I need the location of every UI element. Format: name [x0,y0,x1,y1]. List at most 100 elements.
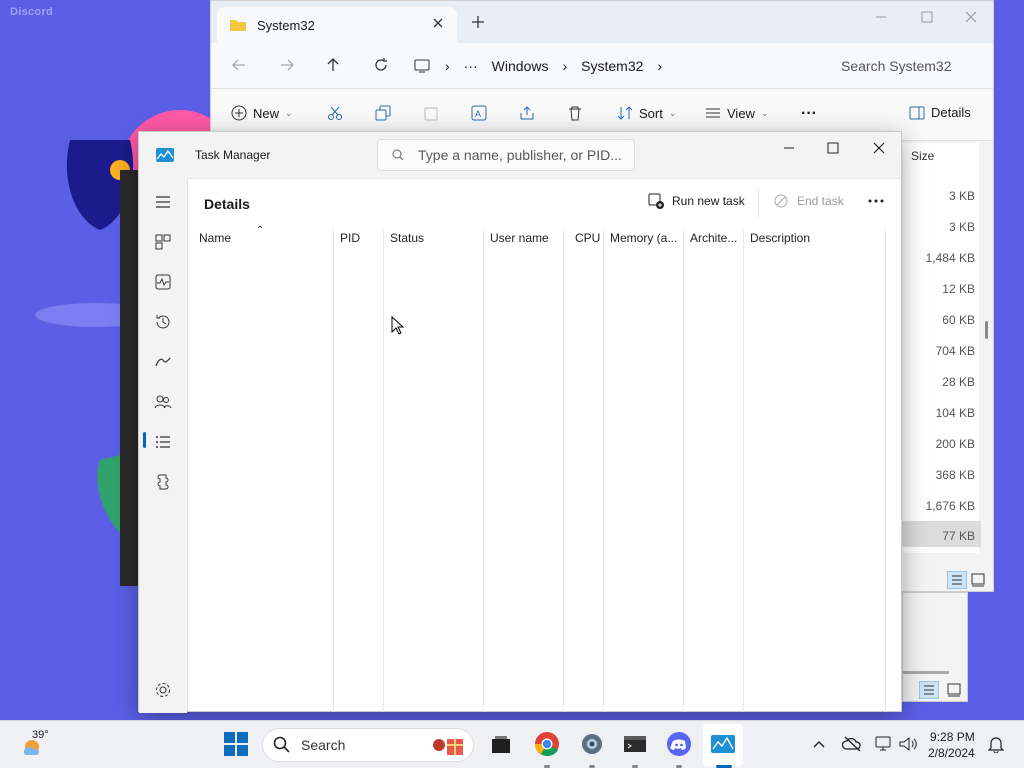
onedrive-offline-icon[interactable] [842,735,862,753]
view-button[interactable]: View ⌄ [705,105,769,121]
tm-close-button[interactable] [859,138,899,158]
background-window-edge [120,170,138,586]
size-column-header[interactable]: Size [911,149,934,163]
details-view-icon[interactable] [919,681,939,699]
explorer-search-input[interactable]: Search System32 [829,51,989,81]
hamburger-menu-icon[interactable] [153,192,173,212]
taskbar-search-box[interactable]: Search [262,728,474,762]
windows-start-icon[interactable] [223,731,249,757]
column-divider[interactable] [885,229,886,712]
chevron-up-icon[interactable] [812,738,826,750]
breadcrumb[interactable]: › ··· Windows › System32 › [413,51,813,81]
task-manager-taskbar-icon[interactable] [710,731,736,757]
column-divider[interactable] [603,229,604,712]
terminal-icon[interactable] [622,731,648,757]
startup-apps-icon[interactable] [153,352,173,372]
view-button-label: View [727,105,755,121]
end-task-button[interactable]: End task [773,193,844,209]
page-title: Details [204,196,250,212]
users-icon[interactable] [153,392,173,412]
paste-icon[interactable] [423,105,439,121]
tm-maximize-button[interactable] [813,138,853,158]
app-history-icon[interactable] [153,312,173,332]
column-header-pid[interactable]: PID [340,231,360,245]
column-header-architecture[interactable]: Archite... [690,231,737,245]
mouse-cursor-icon [391,316,405,335]
explorer-maximize-button[interactable] [907,7,947,27]
copy-icon[interactable] [375,105,391,121]
file-size: 1,676 KB [925,499,975,513]
rename-icon[interactable]: A [471,105,487,121]
background-window-fragment [902,592,968,702]
end-task-icon [774,194,788,208]
column-header-user-name[interactable]: User name [490,231,549,245]
explorer-close-button[interactable] [951,7,991,27]
task-manager-title: Task Manager [195,148,271,162]
tm-minimize-button[interactable] [769,138,809,158]
column-header-description[interactable]: Description [750,231,810,245]
new-tab-icon[interactable] [471,15,485,29]
task-manager-search-input[interactable]: Type a name, publisher, or PID... [377,139,635,171]
settings-gear-icon[interactable] [153,680,173,700]
delete-icon[interactable] [567,105,583,121]
back-icon[interactable] [231,57,247,73]
file-size: 368 KB [935,468,975,482]
new-button[interactable]: New ⌄ [231,105,293,121]
column-header-name[interactable]: Name [199,231,231,245]
settings-icon[interactable] [579,731,605,757]
file-size: 3 KB [948,220,975,234]
discord-icon[interactable] [666,731,692,757]
performance-icon[interactable] [153,272,173,292]
column-divider[interactable] [683,229,684,712]
tiles-view-icon[interactable] [971,573,985,587]
volume-icon[interactable] [898,735,918,753]
breadcrumb-separator-icon: › [445,58,450,74]
tiles-view-icon[interactable] [947,683,961,697]
run-new-task-button[interactable]: Run new task [648,193,745,209]
refresh-icon[interactable] [373,57,389,73]
more-options-icon[interactable]: ··· [801,105,817,123]
close-icon [873,142,885,154]
chrome-icon[interactable] [534,731,560,757]
column-divider[interactable] [383,229,384,712]
column-divider[interactable] [333,229,334,712]
column-divider[interactable] [743,229,744,712]
network-icon[interactable] [874,735,894,753]
explorer-minimize-button[interactable] [861,7,901,27]
file-size: 704 KB [935,344,975,358]
clock-time: 9:28 PM [930,730,975,744]
share-icon[interactable] [519,105,535,121]
close-tab-icon[interactable] [431,16,445,30]
up-icon[interactable] [325,57,341,73]
forward-icon[interactable] [279,57,295,73]
notification-bell-icon[interactable] [988,735,1004,753]
explorer-tab[interactable]: System32 [217,7,457,43]
breadcrumb-overflow-icon[interactable]: ··· [464,58,478,74]
search-icon [392,149,404,161]
column-header-status[interactable]: Status [390,231,424,245]
plus-circle-icon [231,105,247,121]
sort-ascending-icon: ⌃ [256,225,265,236]
column-divider[interactable] [563,229,564,712]
cut-icon[interactable] [327,105,343,121]
task-view-icon[interactable] [488,731,514,757]
processes-icon[interactable] [153,232,173,252]
system-clock[interactable]: 9:28 PM 2/8/2024 [928,729,975,761]
column-divider[interactable] [483,229,484,712]
details-icon[interactable] [153,432,173,452]
sort-button[interactable]: Sort ⌄ [617,105,676,121]
explorer-scrollbar-thumb[interactable] [985,321,988,339]
column-header-memory[interactable]: Memory (a... [610,231,677,245]
details-pane-button[interactable]: Details [909,105,971,120]
task-manager-titlebar[interactable]: Task Manager Type a name, publisher, or … [139,132,901,178]
details-view-icon[interactable] [947,571,967,589]
breadcrumb-system32[interactable]: System32 [581,58,643,74]
breadcrumb-windows[interactable]: Windows [492,58,549,74]
horizontal-scrollbar[interactable] [903,671,949,674]
more-options-icon[interactable] [866,193,886,209]
file-size: 12 KB [942,282,975,296]
column-header-cpu[interactable]: CPU [575,231,600,245]
services-icon[interactable] [153,472,173,492]
discord-watermark: Discord [10,6,54,18]
task-manager-window[interactable]: Task Manager Type a name, publisher, or … [138,131,902,713]
